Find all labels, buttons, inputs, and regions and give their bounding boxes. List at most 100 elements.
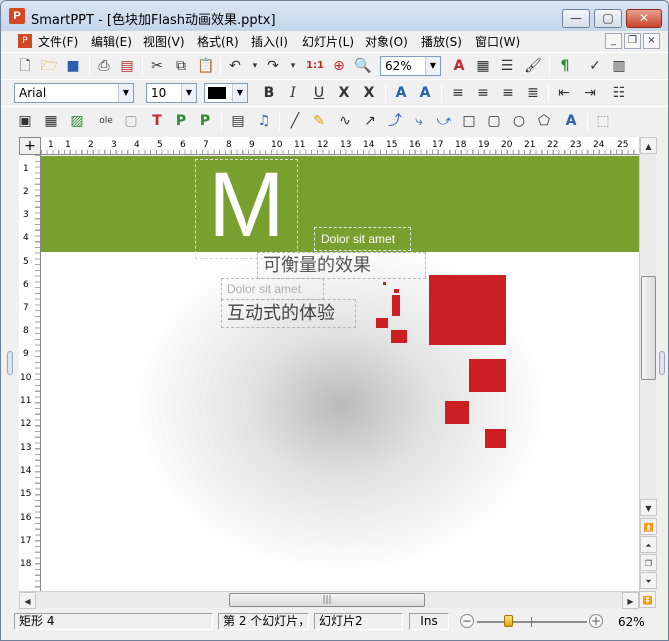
wordart-icon[interactable]: A xyxy=(561,111,581,131)
menu-play[interactable]: 播放(S) xyxy=(421,33,462,50)
zoom-slider-track[interactable] xyxy=(477,621,587,623)
line-icon[interactable]: ╱ xyxy=(285,111,305,131)
copy-icon[interactable]: ⧉ xyxy=(171,56,191,76)
menu-object[interactable]: 对象(O) xyxy=(365,33,408,50)
clear-format-icon[interactable]: X xyxy=(359,83,379,103)
select-frame-icon[interactable]: ▣ xyxy=(15,111,35,131)
zoom-combobox[interactable]: 62% ▼ xyxy=(380,56,441,76)
red-square-tiny[interactable] xyxy=(383,282,386,285)
zoom-icon[interactable]: 🔍 xyxy=(353,56,373,76)
scroll-left-icon[interactable]: ◀ xyxy=(19,592,36,609)
chevron-down-icon[interactable]: ▼ xyxy=(181,84,196,102)
font-size-combobox[interactable]: 10 ▼ xyxy=(146,83,197,103)
scroll-up-icon[interactable]: ▲ xyxy=(640,137,657,154)
decrease-indent-icon[interactable]: ⇤ xyxy=(554,83,574,103)
red-square[interactable] xyxy=(445,401,469,424)
align-center-icon[interactable]: ≡ xyxy=(473,83,493,103)
scroll-right-icon[interactable]: ▶ xyxy=(622,592,639,609)
curved-connector-icon[interactable]: ⤻ xyxy=(434,111,454,131)
ole-object-icon[interactable]: ole xyxy=(96,111,116,131)
vertical-scroll-thumb[interactable] xyxy=(641,276,656,380)
menu-window[interactable]: 窗口(W) xyxy=(475,33,520,50)
document-icon[interactable]: P xyxy=(18,34,32,48)
print-icon[interactable]: ⎙ xyxy=(94,56,114,76)
align-left-icon[interactable]: ≡ xyxy=(448,83,468,103)
zoom-out-icon[interactable]: − xyxy=(460,614,474,628)
menu-edit[interactable]: 编辑(E) xyxy=(91,33,132,50)
scroll-corner[interactable]: ⏬ xyxy=(639,591,656,608)
align-right-icon[interactable]: ≡ xyxy=(498,83,518,103)
cut-icon[interactable]: ✂ xyxy=(147,56,167,76)
mdi-minimize-button[interactable]: _ xyxy=(605,33,622,49)
grid-table-icon[interactable]: ▦ xyxy=(41,111,61,131)
font-name-combobox[interactable]: Arial ▼ xyxy=(14,83,134,103)
menu-slide[interactable]: 幻灯片(L) xyxy=(302,33,354,50)
connector-icon[interactable]: ⤴ xyxy=(385,111,405,131)
red-square-tiny[interactable] xyxy=(394,289,399,293)
group-icon[interactable]: ⬚ xyxy=(593,111,613,131)
rounded-rect-icon[interactable]: ▢ xyxy=(484,111,504,131)
red-square-large[interactable] xyxy=(429,275,506,345)
undo-dropdown-icon[interactable]: ▾ xyxy=(245,56,265,76)
ellipse-icon[interactable]: ○ xyxy=(509,111,529,131)
text-frame-icon[interactable]: T xyxy=(147,111,167,131)
text-box-icon[interactable]: A xyxy=(449,56,469,76)
actual-size-icon[interactable]: 1:1 xyxy=(305,56,325,76)
elbow-connector-icon[interactable]: ⤷ xyxy=(409,111,429,131)
arrow-line-icon[interactable]: ↗ xyxy=(360,111,380,131)
format-painter-icon[interactable]: 🖌 xyxy=(523,56,543,76)
redo-icon[interactable]: ↷ xyxy=(263,56,283,76)
minimize-button[interactable]: — xyxy=(562,9,590,28)
curve-icon[interactable]: ∿ xyxy=(335,111,355,131)
dolor-textbox-1[interactable]: Dolor sit amet xyxy=(314,227,411,251)
big-letter-textbox[interactable]: M xyxy=(195,159,298,259)
insert-list-icon[interactable]: ☰ xyxy=(497,56,517,76)
placeholder-alt-icon[interactable]: P xyxy=(195,111,215,131)
spell-check-icon[interactable]: ✓ xyxy=(585,56,605,76)
menu-format[interactable]: 格式(R) xyxy=(197,33,239,50)
chart-icon[interactable]: ▥ xyxy=(609,56,629,76)
ruler-corner[interactable]: + xyxy=(19,137,41,155)
redo-dropdown-icon[interactable]: ▾ xyxy=(283,56,303,76)
red-square[interactable] xyxy=(485,429,506,448)
slide-canvas[interactable]: M Dolor sit amet 可衡量的效果 Dolor sit amet 互… xyxy=(41,156,639,591)
paragraph-mark-icon[interactable]: ¶ xyxy=(555,56,575,76)
underline-icon[interactable]: U xyxy=(309,83,329,103)
chevron-down-icon[interactable]: ▼ xyxy=(425,57,440,75)
heading-interactive-experience[interactable]: 互动式的体验 xyxy=(221,299,356,328)
strikethrough-icon[interactable]: X xyxy=(334,83,354,103)
bold-icon[interactable]: B xyxy=(259,83,279,103)
maximize-button[interactable]: ▢ xyxy=(594,9,622,28)
export-pdf-icon[interactable]: ▤ xyxy=(117,56,137,76)
rectangle-icon[interactable]: □ xyxy=(459,111,479,131)
decrease-font-icon[interactable]: A xyxy=(415,83,435,103)
font-color-picker[interactable]: ▼ xyxy=(204,83,248,103)
scroll-down-icon[interactable]: ▼ xyxy=(640,499,657,516)
right-panel-grip[interactable] xyxy=(659,351,665,375)
red-square-small[interactable] xyxy=(391,330,407,343)
justify-icon[interactable]: ≣ xyxy=(523,83,543,103)
next-slide-icon[interactable]: ⏷ xyxy=(640,572,657,589)
red-square[interactable] xyxy=(469,359,506,392)
close-button[interactable]: ✕ xyxy=(626,9,662,28)
zoom-slider-thumb[interactable] xyxy=(504,615,513,627)
shapes-icon[interactable]: ⬠ xyxy=(534,111,554,131)
red-square-small[interactable] xyxy=(392,295,400,316)
insert-image-icon[interactable]: ▨ xyxy=(67,111,87,131)
zoom-fit-icon[interactable]: ⊕ xyxy=(329,56,349,76)
previous-slide-icon[interactable]: ⏶ xyxy=(640,536,657,553)
new-file-icon[interactable]: 🗋 xyxy=(15,56,35,76)
red-square-small[interactable] xyxy=(376,318,388,328)
chevron-down-icon[interactable]: ▼ xyxy=(118,84,133,102)
first-slide-icon[interactable]: ⏫ xyxy=(640,518,657,535)
increase-font-icon[interactable]: A xyxy=(391,83,411,103)
paste-icon[interactable]: 📋 xyxy=(196,56,216,76)
insert-table-icon[interactable]: ▦ xyxy=(473,56,493,76)
placeholder-icon[interactable]: P xyxy=(171,111,191,131)
undo-icon[interactable]: ↶ xyxy=(225,56,245,76)
italic-icon[interactable]: I xyxy=(283,83,303,103)
horizontal-scroll-thumb[interactable]: ||| xyxy=(229,593,425,607)
menu-insert[interactable]: 插入(I) xyxy=(251,33,288,50)
increase-indent-icon[interactable]: ⇥ xyxy=(580,83,600,103)
dolor-textbox-2[interactable]: Dolor sit amet xyxy=(221,278,324,300)
